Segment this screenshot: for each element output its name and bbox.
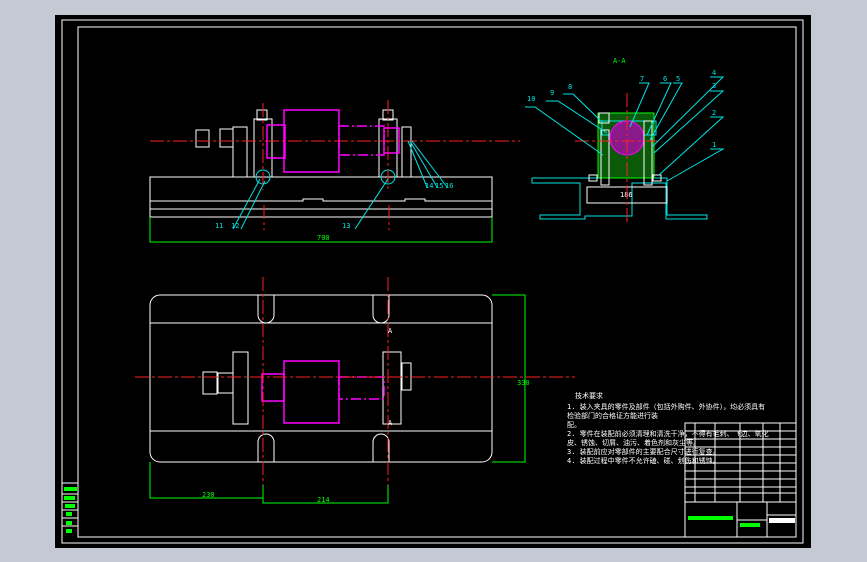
tech-req-line: 检验部门的合格证方能进行装 [567,411,658,420]
dim-section-width: 186 [620,191,633,199]
dim-plan-center: 214 [317,496,330,504]
balloon-16: 16 [445,182,453,190]
balloon-15: 15 [435,182,443,190]
cad-drawing-canvas[interactable]: 700 11 12 13 14 15 16 A-A 186 10 9 8 7 6… [55,15,811,548]
balloon-11: 11 [215,222,223,230]
tech-req-title: 技术要求 [575,391,603,400]
tech-req-line: 1. 装入夹具的零件及部件（包括外购件、外协件），均必须具有 [567,402,765,411]
dim-plan-left: 230 [202,491,215,499]
balloon-4: 4 [712,69,716,77]
title-block [684,422,797,538]
balloon-14: 14 [425,182,433,190]
balloon-8: 8 [568,83,572,91]
balloon-13: 13 [342,222,350,230]
section-marker-top: A [388,327,393,335]
balloon-6: 6 [663,75,667,83]
balloon-12: 12 [231,222,239,230]
dim-front-length: 700 [317,234,330,242]
balloon-7: 7 [640,75,644,83]
tech-req-line: 2. 零件在装配前必须清理和清洗干净，不得有毛刺、飞边、氧化 [567,429,769,438]
balloon-1: 1 [712,141,716,149]
balloon-9: 9 [550,89,554,97]
side-stamp-table [62,482,78,533]
section-marker-bottom: A [388,419,393,427]
section-view: A-A 186 10 9 8 7 6 5 4 3 2 1 [525,57,725,223]
front-view: 700 11 12 13 14 15 16 [149,100,520,243]
tech-req-line: 配。 [567,421,581,429]
plan-view: 330 230 214 A A [135,277,575,504]
technical-requirements: 技术要求 1. 装入夹具的零件及部件（包括外购件、外协件），均必须具有 检验部门… [567,391,769,465]
balloon-5: 5 [676,75,680,83]
tech-req-line: 皮、锈蚀、切屑、油污、着色剂和灰尘等。 [567,438,700,447]
tech-req-line: 4. 装配过程中零件不允许磕、碰、划伤和锈蚀。 [567,456,720,465]
dim-plan-height: 330 [517,379,530,387]
drawing-sheet: 700 11 12 13 14 15 16 A-A 186 10 9 8 7 6… [61,19,804,544]
balloon-10: 10 [527,95,535,103]
section-label: A-A [613,57,626,65]
balloon-2: 2 [712,109,716,117]
